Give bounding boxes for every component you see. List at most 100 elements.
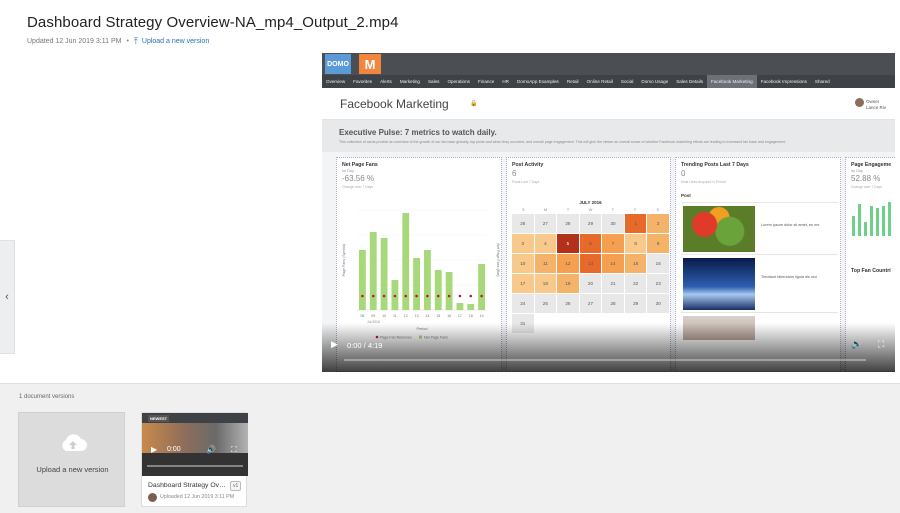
video-tab: Operations [447,79,470,84]
previous-panel-button[interactable]: ‹ [0,240,15,354]
calendar-title: JULY 2016 [579,200,602,205]
fan-x-tick: 14 [425,314,429,318]
calendar-day: 22 [624,274,647,293]
version-thumbnail[interactable]: NEWEST ▶ 0:00 🔊 ⛶ [142,413,248,476]
version-card[interactable]: NEWEST ▶ 0:00 🔊 ⛶ Dashboard Strategy Ove… [141,412,248,507]
fan-y-label: Page Fans (Symbol) [342,244,346,277]
calendar-dow-label: F [634,208,637,212]
calendar-day: 20 [579,274,602,293]
owner-name: Lance Riv [866,105,887,110]
calendar-day: 12 [557,254,579,273]
video-progress-bar[interactable] [344,359,866,361]
engagement-bar [876,208,879,236]
m-logo: M [359,54,381,74]
calendar-day: 26 [557,294,579,313]
video-tab: Overview [326,79,346,84]
card-title: Post Activity [512,162,544,168]
video-tab: Social [620,79,634,84]
engagement-bar [852,216,855,236]
fan-bar [369,232,377,310]
lock-icon: 🔒 [470,101,478,107]
video-page-header: Facebook Marketing 🔒 Owner Lance Riv [322,88,895,120]
calendar-day: 18 [534,274,557,293]
volume-icon[interactable]: 🔊 [206,445,216,454]
engagement-bar [870,206,873,236]
meta-separator: • [126,38,129,45]
calendar-day: 17 [512,274,534,293]
fan-removes-point [361,294,364,298]
fan-x-tick: 08 [360,314,364,318]
card-title: Trending Posts Last 7 Days [681,162,749,168]
play-icon[interactable]: ▶ [151,445,157,454]
card-title: Page Engageme [851,162,892,168]
post-text: Lorem ipsum dolor sit amet, eu me [761,223,820,227]
card-sub: by Day [851,169,863,173]
calendar-dow-label: T [566,208,570,212]
card-value: 0 [681,169,686,178]
calendar-dow-label: S [521,208,525,212]
fan-x-tick: 09 [371,314,375,318]
calendar-day: 24 [512,294,534,313]
fullscreen-icon[interactable]: ⛶ [878,339,884,350]
card-value: 52.88 % [851,174,881,183]
volume-icon[interactable]: 🔊 [851,339,862,350]
calendar-dow: SMTWTFS [512,208,669,212]
fan-x-tick: 16 [447,314,451,318]
versions-count: 1 document versions [19,394,75,400]
upload-new-version-link[interactable]: ⤒ Upload a new version [134,36,209,47]
calendar-day: 2 [647,214,669,233]
fan-x-tick: 17 [458,314,462,318]
version-badge: v1 [230,481,242,491]
video-player[interactable]: DOMO M Overview Favorites Alerts Marketing S… [322,53,895,372]
video-page-title: Facebook Marketing [340,97,449,111]
calendar-day: 27 [579,294,602,313]
card-sub3: Top Fan Countri [851,268,891,274]
calendar-day: 1 [624,214,647,233]
upload-new-version-tile[interactable]: Upload a new version [18,412,125,507]
thumbnail-time: 0:00 [167,446,181,453]
fan-bar [424,250,431,310]
fan-removes-point [371,294,375,298]
calendar-day: 7 [602,234,624,253]
card-title: Net Page Fans [342,162,378,168]
fan-removes-point [404,294,408,298]
video-tab: DomoApp Examples [516,79,559,84]
uploader-avatar [148,493,157,502]
calendar-day: 11 [534,254,557,273]
newest-badge: NEWEST [148,415,170,422]
calendar-day: 10 [512,254,534,273]
fan-bar [359,250,366,310]
video-tab: Retail [566,79,579,84]
video-tab: Sales [427,79,440,84]
fullscreen-icon[interactable]: ⛶ [231,445,237,455]
play-icon[interactable]: ▶ [331,339,338,350]
fan-bar [456,303,464,310]
calendar-dow-label: M [544,208,548,212]
engagement-bar [864,222,867,236]
document-header: Dashboard Strategy Overview-NA_mp4_Outpu… [0,0,900,52]
domo-logo: DOMO [325,54,351,74]
version-uploaded: Uploaded 12 Jun 2019 3:11 PM [160,494,235,500]
calendar-day: 30 [647,294,669,313]
fan-x-tick: 11 [393,314,397,318]
version-name: Dashboard Strategy Over... [148,482,228,489]
video-tab: HR [502,79,509,84]
card-sub: by Day [342,169,354,173]
fan-removes-point [447,294,451,298]
video-time: 0:00 / 4:19 [347,341,383,350]
card-value: -63.56 % [342,174,375,183]
fan-removes-point [393,294,397,298]
calendar-day: 8 [624,234,647,253]
card-sub: Posts Last 7 Days [512,180,540,184]
card-value: 6 [512,169,517,178]
video-tab: Finance [477,79,495,84]
calendar-day: 29 [579,214,602,233]
video-tab: Online Retail [586,79,613,84]
video-app-topbar: DOMO M [322,53,895,75]
exec-desc: This collection of cards provide an over… [339,140,786,144]
calendar-day: 3 [512,234,534,253]
calendar-day: 21 [602,274,624,293]
calendar-day: 15 [624,254,647,273]
video-controls [322,323,895,372]
thumbnail-progress-bar[interactable] [147,465,243,467]
